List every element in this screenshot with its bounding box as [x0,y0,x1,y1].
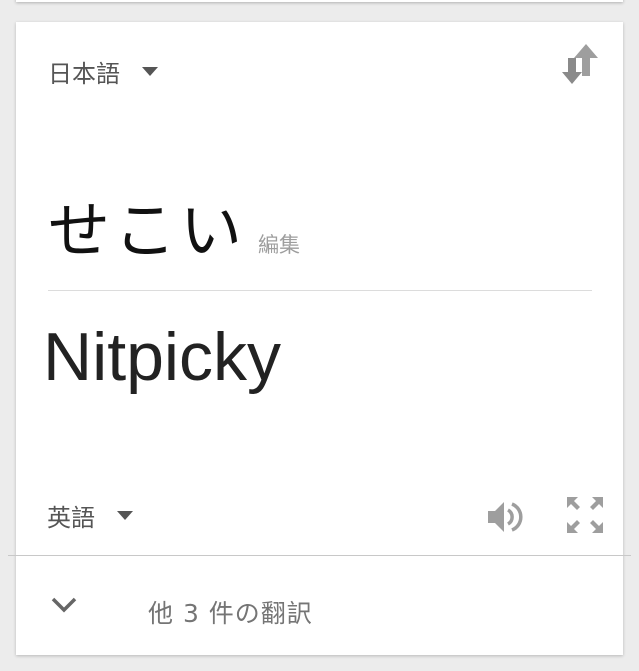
swap-languages-button[interactable] [562,42,602,86]
source-language-select[interactable]: 日本語 [48,54,158,89]
volume-icon [488,502,523,532]
caret-down-icon [142,67,158,76]
more-translations-label: 他 3 件の翻訳 [148,599,313,628]
source-text: せこい [48,194,247,267]
chevron-down-icon [51,597,77,613]
listen-button[interactable] [484,497,524,537]
fullscreen-icon [567,497,603,533]
divider [48,290,592,291]
edit-link[interactable]: 編集 [258,229,300,259]
target-language-select[interactable]: 英語 [47,498,133,533]
source-language-label: 日本語 [48,60,120,88]
target-language-label: 英語 [47,504,95,532]
more-translations-button[interactable]: 他 3 件の翻訳 [16,556,623,655]
source-text-row: せこい 編集 [48,180,300,270]
previous-card-edge [16,0,623,2]
caret-down-icon [117,511,133,520]
fullscreen-button[interactable] [565,495,605,535]
translation-text: Nitpicky [43,319,282,395]
swap-vert-icon [562,44,598,84]
